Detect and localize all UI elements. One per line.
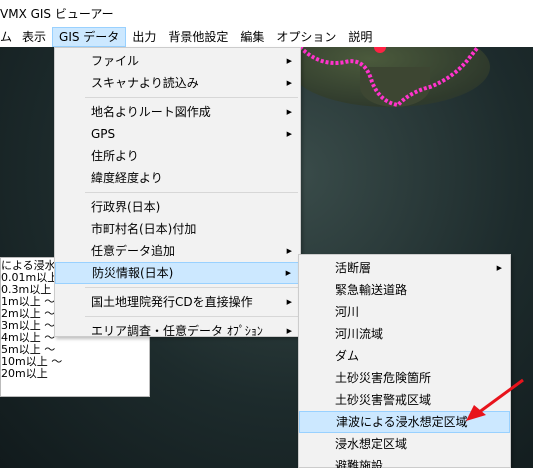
- menu-item-label: スキャナより読込み: [91, 76, 199, 90]
- menu-background-settings[interactable]: 背景他設定: [162, 27, 234, 47]
- menu-item-admin-boundary[interactable]: 行政界(日本): [55, 196, 300, 218]
- menu-item-label: 河川流域: [335, 327, 384, 341]
- menu-edit[interactable]: 編集: [234, 27, 270, 47]
- window-title: VMX GIS ビューアー: [0, 7, 114, 21]
- submenu-arrow-icon: ▶: [286, 298, 292, 306]
- submenu-arrow-icon: ▶: [286, 108, 292, 116]
- menu-item-emergency-road[interactable]: 緊急輸送道路: [299, 279, 510, 301]
- menu-item-label: 浸水想定区域: [335, 437, 408, 451]
- menu-item-add-data[interactable]: 任意データ追加 ▶: [55, 240, 300, 262]
- gis-data-menu: ファイル ▶ スキャナより読込み ▶ 地名よりルート図作成 ▶ GPS ▶ 住所より 緯…: [54, 47, 301, 338]
- menu-item-file[interactable]: ファイル ▶: [55, 50, 300, 72]
- menu-view[interactable]: 表示: [16, 27, 52, 47]
- menu-item-label: 市町村名(日本)付加: [91, 222, 197, 236]
- menu-item-area-survey[interactable]: エリア調査・任意データ ｵﾌﾟｼｮﾝ ▶: [55, 320, 300, 342]
- menu-item-gps[interactable]: GPS ▶: [55, 123, 300, 145]
- menu-item-scanner[interactable]: スキャナより読込み ▶: [55, 72, 300, 94]
- menu-item-label: 行政界(日本): [91, 200, 161, 214]
- menu-item-label: 防災情報(日本): [92, 266, 174, 280]
- menu-gis-data[interactable]: GIS データ: [52, 26, 127, 47]
- menu-item-gsi-cd[interactable]: 国土地理院発行CDを直接操作 ▶: [55, 291, 300, 313]
- menu-item-label: 活断層: [335, 261, 372, 275]
- disaster-info-submenu: 活断層 ▶ 緊急輸送道路 河川 河川流域 ダム 土砂災害危険箇所 土砂災害警戒区域…: [298, 254, 511, 468]
- menu-item-label: 河川: [335, 305, 360, 319]
- menu-item-dam[interactable]: ダム: [299, 345, 510, 367]
- menu-separator: [85, 287, 298, 288]
- annotation-arrow-icon: [466, 378, 524, 421]
- menu-item-latlon[interactable]: 緯度経度より: [55, 167, 300, 189]
- menu-item-label: エリア調査・任意データ ｵﾌﾟｼｮﾝ: [91, 324, 263, 338]
- menu-item-label: ダム: [335, 349, 360, 363]
- submenu-arrow-icon: ▶: [496, 264, 502, 272]
- menu-item-label: 緯度経度より: [91, 171, 163, 185]
- menu-item-disaster-info[interactable]: 防災情報(日本) ▶: [55, 262, 300, 284]
- menu-item-label: 津波による浸水想定区域: [336, 415, 468, 429]
- menu-item-active-fault[interactable]: 活断層 ▶: [299, 257, 510, 279]
- menu-item-label: 避難施設: [335, 459, 384, 468]
- submenu-arrow-icon: ▶: [286, 130, 292, 138]
- submenu-arrow-icon: ▶: [286, 57, 292, 65]
- menu-item-label: 住所より: [91, 149, 139, 163]
- menu-separator: [85, 316, 298, 317]
- menu-item-address[interactable]: 住所より: [55, 145, 300, 167]
- menu-item-label: 任意データ追加: [91, 244, 176, 258]
- submenu-arrow-icon: ▶: [286, 79, 292, 87]
- menu-item-municipality[interactable]: 市町村名(日本)付加: [55, 218, 300, 240]
- menu-help[interactable]: 説明: [342, 27, 378, 47]
- title-bar: VMX GIS ビューアー: [0, 0, 533, 26]
- menu-item-label: ファイル: [91, 54, 140, 68]
- menu-item-label: 国土地理院発行CDを直接操作: [91, 295, 253, 309]
- menu-item-route-map[interactable]: 地名よりルート図作成 ▶: [55, 101, 300, 123]
- menu-item-label: 地名よりルート図作成: [91, 105, 211, 119]
- submenu-arrow-icon: ▶: [286, 247, 292, 255]
- menu-item-label: GPS: [91, 127, 116, 141]
- submenu-arrow-icon: ▶: [285, 269, 291, 277]
- menu-item-label: 土砂災害危険箇所: [335, 371, 432, 385]
- menu-output[interactable]: 出力: [126, 27, 162, 47]
- menu-item-evacuation[interactable]: 避難施設: [299, 455, 510, 468]
- menu-item-label: 緊急輸送道路: [335, 283, 408, 297]
- menu-item-flood-zone[interactable]: 浸水想定区域: [299, 433, 510, 455]
- menu-options[interactable]: オプション: [270, 27, 342, 47]
- menu-separator: [85, 97, 298, 98]
- legend-row: 20m以上: [1, 367, 48, 380]
- menu-item-river[interactable]: 河川: [299, 301, 510, 323]
- menu-separator: [85, 192, 298, 193]
- menu-item-river-basin[interactable]: 河川流域: [299, 323, 510, 345]
- submenu-arrow-icon: ▶: [286, 327, 292, 335]
- menu-item-label: 土砂災害警戒区域: [335, 393, 432, 407]
- menu-tool[interactable]: ム: [0, 27, 16, 47]
- menu-bar: ム 表示 GIS データ 出力 背景他設定 編集 オプション 説明: [0, 26, 533, 47]
